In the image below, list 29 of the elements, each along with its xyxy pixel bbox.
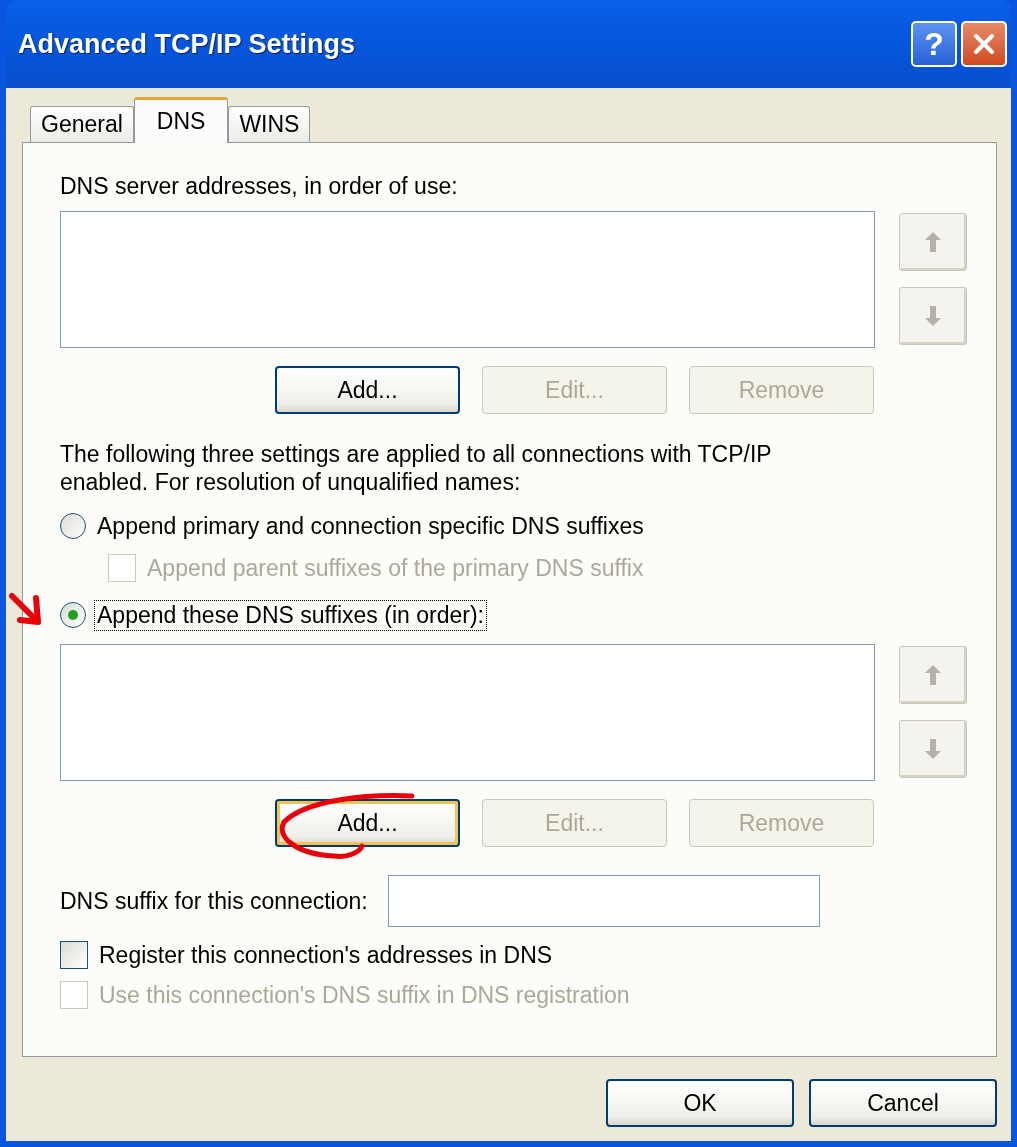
radio-button[interactable]	[60, 513, 86, 539]
tab[interactable]: General	[30, 106, 134, 142]
checkbox[interactable]	[60, 941, 88, 969]
dns-suffix-field[interactable]	[387, 875, 820, 927]
radio-button[interactable]	[60, 602, 86, 628]
checkbox-label: Append parent suffixes of the primary DNS suffix	[146, 553, 645, 583]
close-icon	[972, 32, 996, 56]
close-button[interactable]	[961, 21, 1007, 67]
radio-label: Append primary and connection specific DNS suffixes	[96, 511, 645, 541]
radio-label: Append these DNS suffixes (in order):	[94, 599, 487, 631]
window-title: Advanced TCP/IP Settings	[18, 28, 356, 60]
ok-button[interactable]: OK	[606, 1079, 794, 1127]
dns-suffix-list[interactable]	[60, 644, 875, 781]
up-arrow-icon	[923, 230, 943, 254]
tab[interactable]: DNS	[133, 97, 229, 143]
info-text: The following three settings are applied to all connections with TCP/IP enabled. For resolution of unqualified names:	[60, 440, 773, 496]
dns-suffix-label: DNS suffix for this connection:	[60, 887, 368, 915]
tab[interactable]: WINS	[228, 106, 311, 142]
down-arrow-icon	[923, 737, 943, 761]
checkbox-label: Use this connection's DNS suffix in DNS registration	[98, 980, 631, 1010]
checkbox-label: Register this connection's addresses in DNS	[98, 940, 554, 970]
cancel-button[interactable]: Cancel	[809, 1079, 997, 1127]
help-button[interactable]: ?	[911, 21, 957, 67]
add-button[interactable]: Add...	[275, 366, 460, 414]
dns-servers-label: DNS server addresses, in order of use:	[60, 173, 459, 201]
up-arrow-icon	[923, 663, 943, 687]
dns-server-list[interactable]	[60, 211, 875, 348]
down-arrow-icon	[923, 304, 943, 328]
add-button[interactable]: Add...	[275, 799, 460, 847]
